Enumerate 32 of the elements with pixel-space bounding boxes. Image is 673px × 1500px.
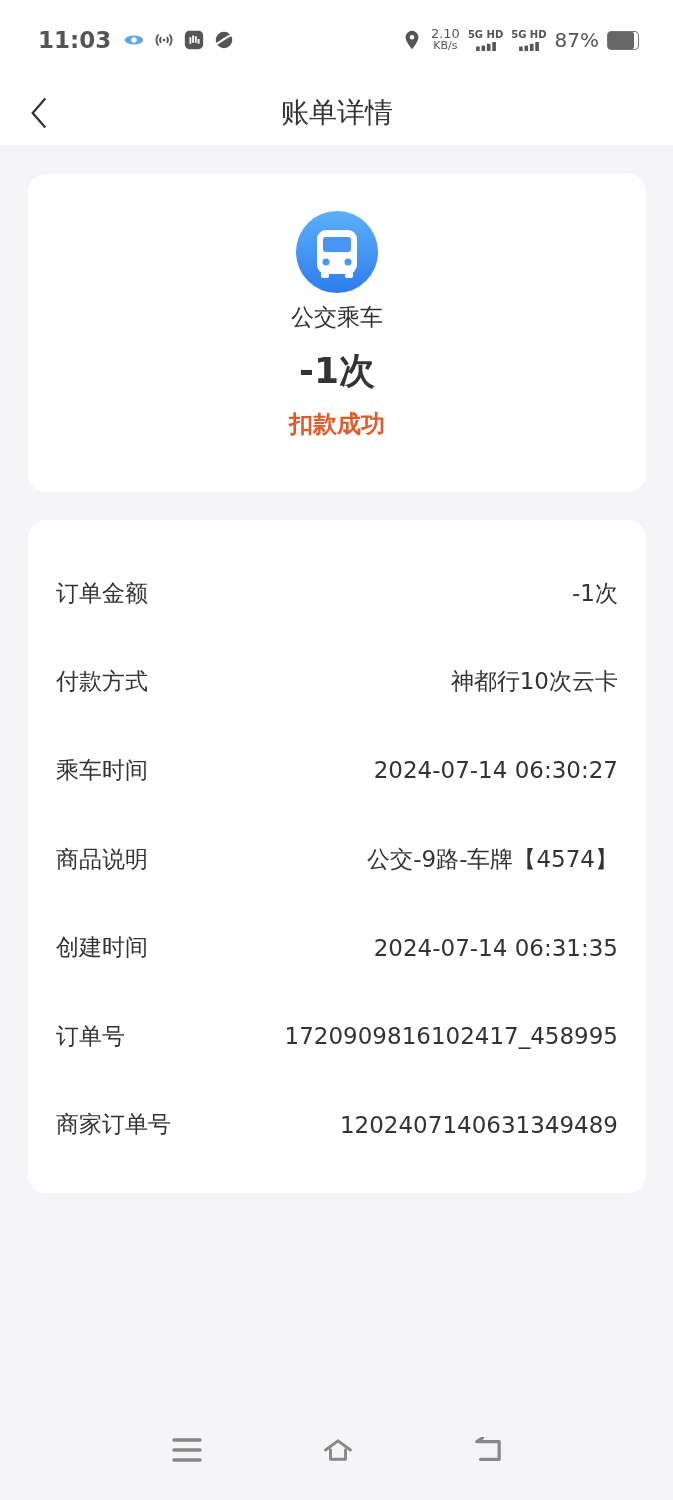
detail-value: 1202407140631349489: [339, 1111, 618, 1138]
transaction-name: 公交乘车: [291, 303, 383, 332]
signal-icon: [516, 42, 541, 51]
detail-label: 商品说明: [56, 844, 148, 874]
home-icon[interactable]: [322, 1437, 353, 1463]
detail-label: 付款方式: [56, 667, 148, 697]
detail-label: 商家订单号: [56, 1110, 171, 1140]
detail-value: -1次: [572, 578, 618, 608]
detail-label: 订单金额: [56, 578, 148, 608]
detail-label: 乘车时间: [56, 756, 148, 785]
menu-icon[interactable]: [172, 1437, 202, 1463]
detail-value: 公交-9路-车牌【4574】: [367, 844, 618, 874]
battery-percent: 87%: [554, 28, 599, 52]
detail-value: 2024-07-14 06:31:35: [373, 934, 618, 961]
bus-icon: [295, 210, 379, 294]
transaction-amount: -1次: [299, 349, 375, 393]
back-icon[interactable]: [30, 95, 48, 130]
detail-value: 1720909816102417_458995: [284, 1023, 618, 1050]
detail-label: 订单号: [56, 1021, 125, 1051]
signal-icon: [473, 42, 498, 51]
detail-value: 2024-07-14 06:30:27: [373, 757, 618, 784]
battery-icon: [607, 30, 639, 50]
detail-label: 创建时间: [56, 933, 148, 963]
status-time: 11:03: [38, 27, 112, 53]
page-title: 账单详情: [280, 94, 393, 131]
speed-unit: KB/s: [433, 40, 458, 52]
speed-value: 2.10: [430, 28, 460, 40]
transaction-status: 扣款成功: [289, 409, 385, 440]
network-label: 5G HD: [511, 29, 547, 40]
back-nav-icon[interactable]: [473, 1437, 503, 1463]
detail-value: 神都行10次云卡: [450, 667, 618, 697]
network-label: 5G HD: [467, 29, 504, 40]
